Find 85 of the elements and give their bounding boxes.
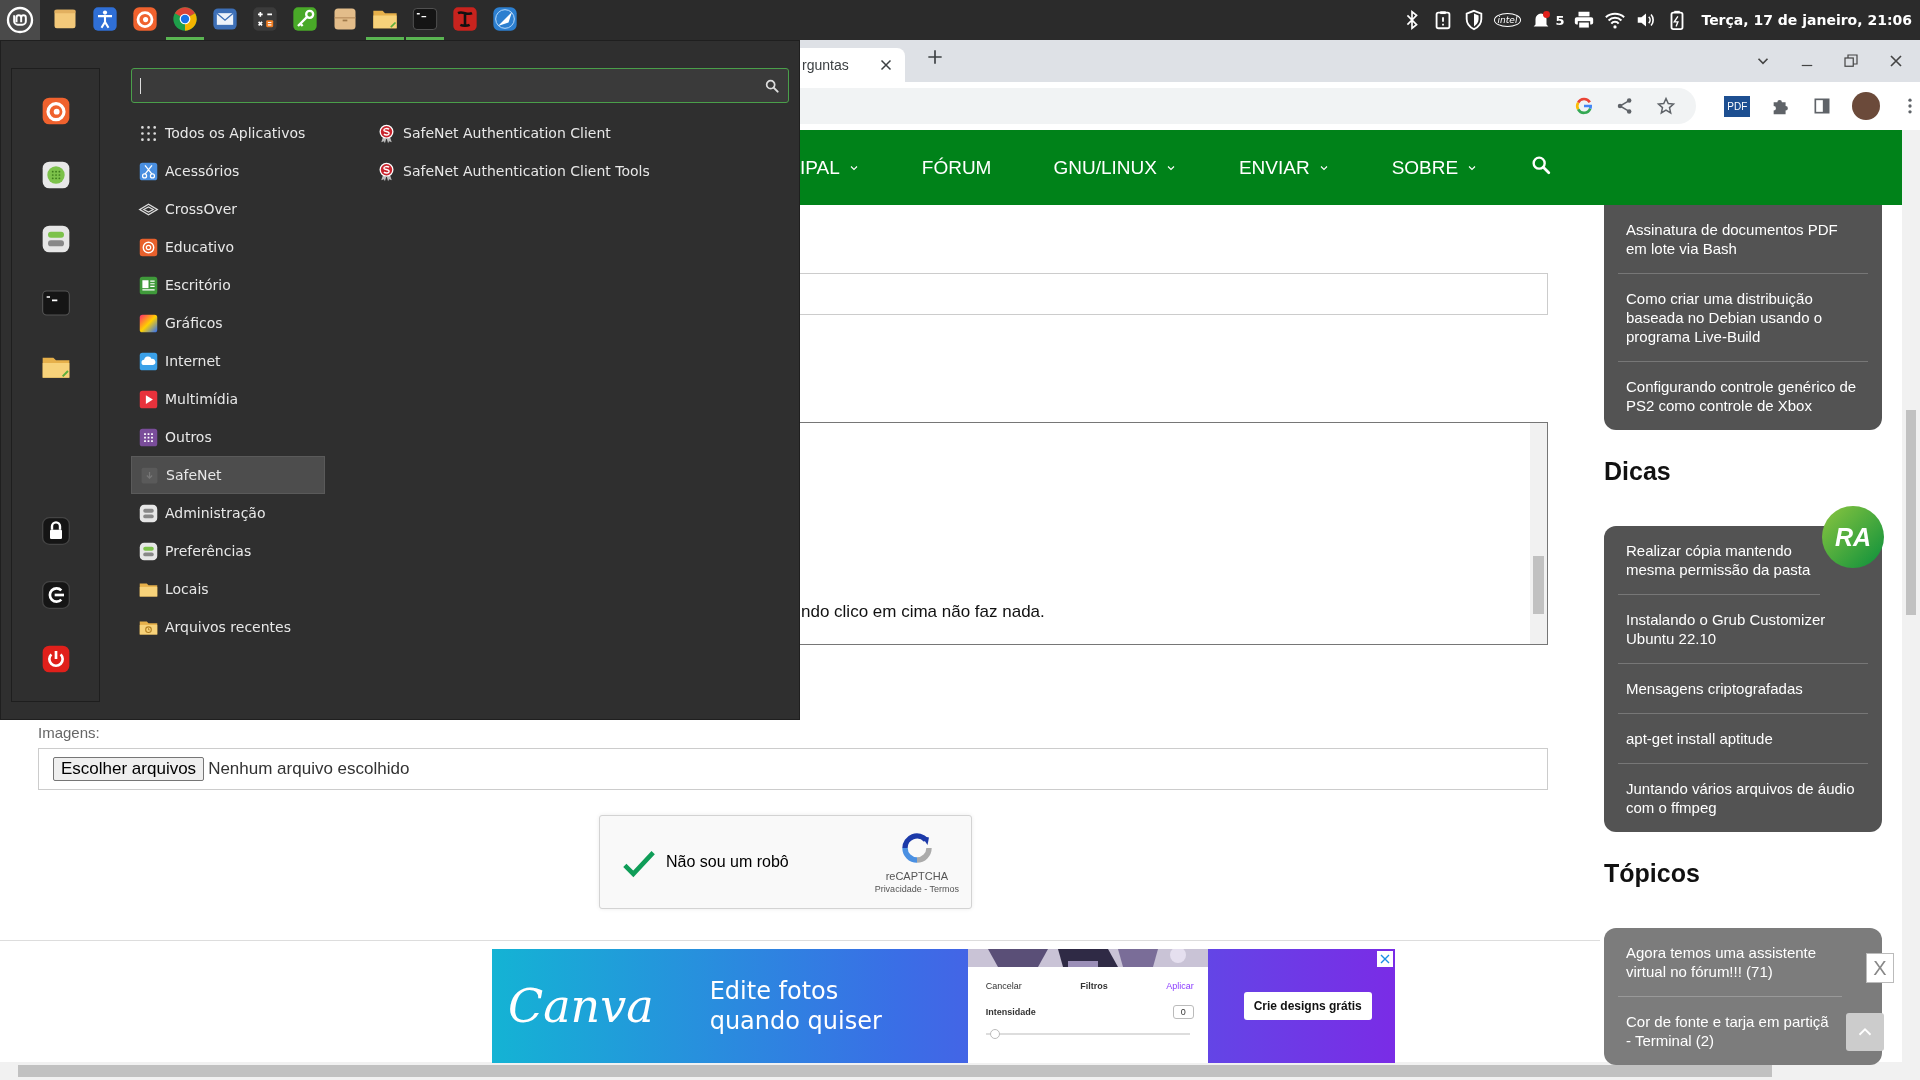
article-link[interactable]: Juntando vários arquivos de áudio com o ffmpeg bbox=[1618, 764, 1868, 832]
section-heading: Dicas bbox=[1604, 457, 1672, 486]
scrollbar[interactable] bbox=[1530, 423, 1547, 644]
pdf-extension-button[interactable]: PDF bbox=[1724, 95, 1751, 117]
menu-category[interactable]: Arquivos recentes bbox=[131, 608, 325, 646]
printer-icon[interactable] bbox=[1573, 9, 1596, 31]
article-link[interactable]: Realizar cópia mantendo mesma permissão da pasta bbox=[1618, 526, 1820, 595]
file-field[interactable]: Escolher arquivos Nenhum arquivo escolhido bbox=[38, 748, 1548, 790]
menu-category[interactable]: Outros bbox=[131, 418, 325, 456]
accessibility-icon bbox=[91, 4, 119, 33]
article-link[interactable]: Como criar uma distribuição baseada no Debian usando o programa Live-Build bbox=[1618, 274, 1868, 362]
privacy-links[interactable]: Privacidade - Termos bbox=[874, 884, 959, 894]
menu-category[interactable]: Acessórios bbox=[131, 152, 325, 190]
nav-link[interactable]: ENVIAR bbox=[1238, 156, 1330, 179]
menu-category[interactable]: SafeNet bbox=[131, 456, 325, 494]
compass-icon bbox=[491, 4, 519, 33]
ad-text: Filtros bbox=[1080, 981, 1108, 991]
ad-text: Intensidade bbox=[985, 1007, 1036, 1017]
colored-ring-icon[interactable] bbox=[1574, 96, 1595, 116]
menu-app[interactable]: SafeNet Authentication Client bbox=[369, 114, 650, 152]
nav-link[interactable]: GNU/LINUX bbox=[1053, 156, 1177, 179]
nav-link[interactable]: IPAL bbox=[800, 156, 860, 179]
ring-icon bbox=[138, 236, 159, 258]
logo-badge: RA bbox=[1822, 506, 1884, 568]
captcha-label: Não sou um robô bbox=[666, 853, 789, 871]
ad-headline: Edite fotos quando quiser bbox=[709, 976, 883, 1036]
nav-link[interactable]: SOBRE bbox=[1391, 156, 1479, 179]
calculator-icon bbox=[251, 4, 279, 33]
menu-category[interactable]: Internet bbox=[131, 342, 325, 380]
article-link[interactable]: Configurando controle genérico de PS2 como controle de Xbox bbox=[1618, 362, 1868, 430]
star-icon[interactable] bbox=[1656, 96, 1677, 116]
logo-icon bbox=[6, 6, 34, 34]
restore-icon[interactable] bbox=[1842, 52, 1860, 70]
menu-category[interactable]: Escritório bbox=[131, 266, 325, 304]
cloud-icon bbox=[138, 350, 159, 372]
grid-icon bbox=[138, 426, 159, 448]
menu-category[interactable]: CrossOver bbox=[131, 190, 325, 228]
ad-text: Cancelar bbox=[985, 981, 1022, 991]
article-link[interactable]: Mensagens criptografadas bbox=[1618, 664, 1868, 714]
plus-icon[interactable] bbox=[925, 47, 945, 67]
scrollbar[interactable] bbox=[0, 1062, 1920, 1080]
menu-category[interactable]: Gráficos bbox=[131, 304, 325, 342]
article-link[interactable]: apt-get install aptitude bbox=[1618, 714, 1868, 764]
menu-category[interactable]: Preferências bbox=[131, 532, 325, 570]
article-link[interactable]: Agora temos uma assistente virtual no fórum!!! (71) bbox=[1618, 928, 1842, 997]
swirl-icon bbox=[131, 4, 159, 33]
search-field[interactable] bbox=[131, 68, 789, 103]
article-link[interactable]: Instalando o Grub Customizer Ubuntu 22.10 bbox=[1618, 595, 1868, 664]
logout-icon[interactable] bbox=[39, 579, 72, 611]
menu-category[interactable]: Educativo bbox=[131, 228, 325, 266]
play-icon bbox=[138, 388, 159, 410]
profile-avatar[interactable] bbox=[1852, 92, 1880, 120]
section-heading: Tópicos bbox=[1604, 859, 1701, 888]
clock[interactable]: Terça, 17 de janeiro, 21:06 bbox=[1701, 12, 1912, 28]
ad-logo: Canva bbox=[508, 979, 654, 1033]
scrollbar[interactable] bbox=[1902, 130, 1920, 1062]
article-link[interactable]: Assinatura de documentos PDF em lote via Bash bbox=[1618, 205, 1868, 274]
document-icon bbox=[138, 274, 159, 296]
notification-count: 5 bbox=[1555, 12, 1565, 28]
menu-button[interactable] bbox=[0, 0, 40, 40]
key-icon bbox=[291, 4, 319, 33]
ad-banner[interactable]: Canva Edite fotos quando quiser Cancelar Filtros Aplicar Intensidade 0 Crie designs grátis bbox=[492, 949, 1395, 1063]
app-icon bbox=[451, 4, 479, 33]
toggle-icon bbox=[138, 502, 159, 524]
ad-button[interactable]: Crie designs grátis bbox=[1243, 992, 1372, 1020]
menu-category[interactable]: Multimídia bbox=[131, 380, 325, 418]
ad-text: Aplicar bbox=[1166, 981, 1194, 991]
choose-files-button[interactable]: Escolher arquivos bbox=[53, 757, 205, 781]
circle-logo-icon bbox=[171, 4, 199, 33]
nav-link[interactable]: FÓRUM bbox=[921, 156, 992, 179]
toggle-icon bbox=[138, 540, 159, 562]
menu-category[interactable]: Administração bbox=[131, 494, 325, 532]
search-icon bbox=[764, 77, 780, 94]
menu-category[interactable]: Locais bbox=[131, 570, 325, 608]
field-label: Imagens: bbox=[38, 724, 100, 742]
article-link[interactable]: Cor de fonte e tarja em partiçã - Terminal (2) bbox=[1618, 997, 1842, 1065]
file-status: Nenhum arquivo escolhido bbox=[208, 759, 410, 779]
close-button[interactable]: X bbox=[1866, 953, 1894, 983]
captcha-brand: reCAPTCHA bbox=[885, 870, 948, 882]
menu-category[interactable]: Todos os Aplicativos bbox=[131, 114, 325, 152]
menu-app[interactable]: SafeNet Authentication Client Tools bbox=[369, 152, 650, 190]
gradient-icon bbox=[138, 312, 159, 334]
scissors-icon bbox=[138, 160, 159, 182]
ad-text: 0 bbox=[1172, 1005, 1194, 1019]
lock-icon[interactable] bbox=[39, 515, 72, 547]
